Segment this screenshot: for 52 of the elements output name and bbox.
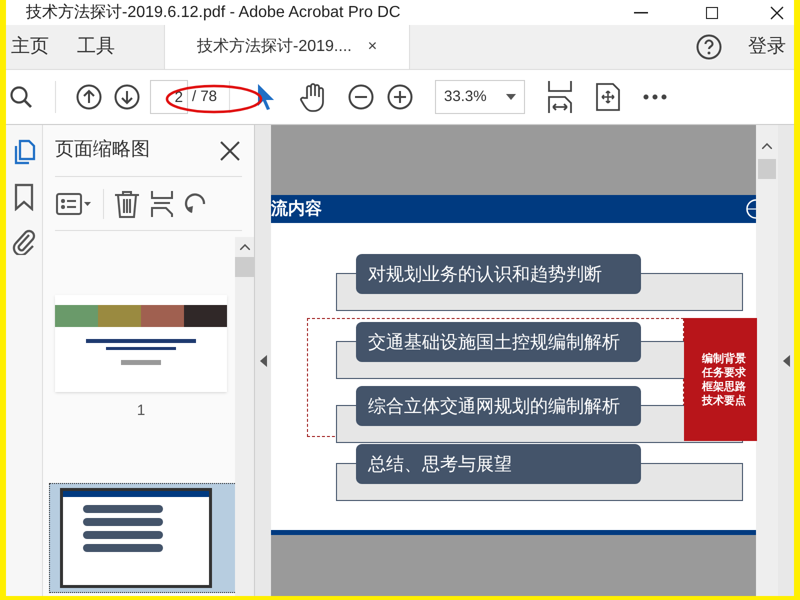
scrollbar[interactable] xyxy=(756,125,778,596)
page-thumbnail[interactable] xyxy=(49,482,235,592)
close-tab-button[interactable]: × xyxy=(368,35,378,59)
full-screen-page-icon[interactable] xyxy=(595,82,622,112)
options-menu-icon[interactable] xyxy=(55,192,93,216)
scrollbar[interactable] xyxy=(235,237,254,596)
callout-text: 编制背景 xyxy=(702,352,747,366)
zoom-out-icon[interactable] xyxy=(348,84,374,110)
scroll-thumb[interactable] xyxy=(758,159,776,179)
expand-left-icon[interactable] xyxy=(260,354,266,366)
zoom-in-icon[interactable] xyxy=(387,84,414,110)
minimize-icon[interactable] xyxy=(634,12,648,14)
bookmark-icon[interactable] xyxy=(14,183,34,211)
callout-text: 框架思路 xyxy=(702,380,747,394)
close-icon[interactable] xyxy=(220,140,240,160)
expand-right-icon[interactable] xyxy=(782,354,790,366)
tab[interactable]: 工具 xyxy=(72,25,120,69)
panel-title: 页面缩略图 xyxy=(55,138,150,162)
arrow-down-circle-icon[interactable] xyxy=(114,84,140,110)
zoom-dropdown[interactable]: 33.3% xyxy=(435,80,526,114)
tab[interactable]: 技术方法探讨-2019.... × xyxy=(164,25,410,69)
section-label: 交通基础设施国土控规编制解析 xyxy=(356,322,641,362)
cursor-arrow-icon[interactable] xyxy=(256,83,276,111)
section-label: 总结、思考与展望 xyxy=(356,444,641,484)
section-label: 综合立体交通网规划的编制解析 xyxy=(356,386,641,426)
slide-heading: 流内容 xyxy=(271,198,322,220)
callout-text: 任务要求 xyxy=(702,366,747,380)
window-title: 技术方法探讨-2019.6.12.pdf - Adobe Acrobat Pro DC xyxy=(26,2,400,22)
scroll-up-icon[interactable] xyxy=(762,143,772,149)
trash-icon[interactable] xyxy=(114,190,140,218)
scroll-thumb[interactable] xyxy=(235,257,254,277)
section-label: 对规划业务的认识和趋势判断 xyxy=(356,254,641,294)
page-count: / 78 xyxy=(192,86,218,107)
logo-icon xyxy=(744,199,756,219)
insert-page-icon[interactable] xyxy=(150,190,174,218)
more-icon[interactable] xyxy=(643,94,668,100)
page-thumbnail[interactable] xyxy=(55,295,227,392)
caret-icon xyxy=(506,94,516,100)
scroll-up-icon[interactable] xyxy=(240,244,250,250)
help-icon[interactable] xyxy=(696,34,722,60)
paperclip-icon[interactable] xyxy=(12,229,36,255)
maximize-icon[interactable] xyxy=(706,6,718,18)
page-number: 1 xyxy=(136,401,146,421)
fit-width-icon[interactable] xyxy=(547,80,574,114)
page-number-field[interactable]: 2 xyxy=(150,80,188,114)
arrow-up-circle-icon[interactable] xyxy=(76,84,102,110)
sign-in-link[interactable]: 登录 xyxy=(748,32,786,62)
callout-text: 技术要点 xyxy=(702,394,747,408)
close-icon[interactable] xyxy=(770,6,784,20)
tab[interactable]: 主页 xyxy=(6,25,54,69)
pages-icon[interactable] xyxy=(12,139,36,165)
search-icon[interactable] xyxy=(9,85,33,109)
